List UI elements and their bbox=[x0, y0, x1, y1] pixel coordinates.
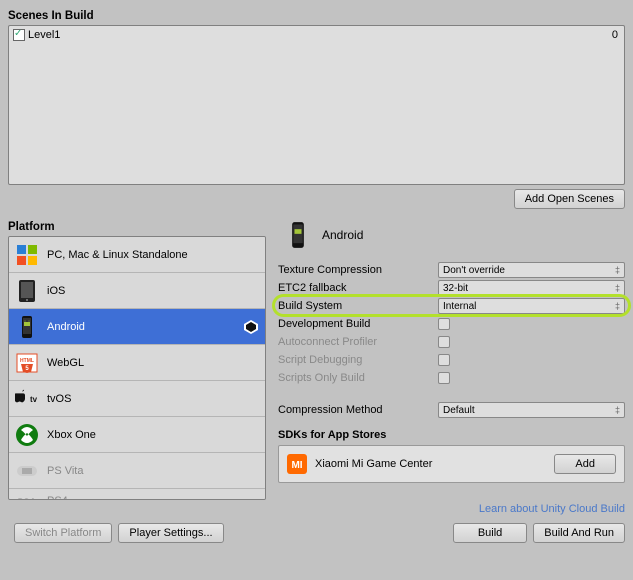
platform-label: Xbox One bbox=[47, 429, 96, 441]
webgl-icon: HTML5 bbox=[15, 351, 39, 375]
scenes-title: Scenes In Build bbox=[8, 10, 625, 22]
scene-index: 0 bbox=[612, 29, 618, 41]
scenes-list[interactable]: Level1 0 bbox=[8, 25, 625, 185]
xiaomi-icon: MI bbox=[287, 454, 307, 474]
etc2-fallback-row: ETC2 fallback 32-bit bbox=[278, 279, 625, 297]
platform-label: tvOS bbox=[47, 393, 71, 405]
cloud-build-link[interactable]: Learn about Unity Cloud Build bbox=[278, 503, 625, 515]
platform-label: Android bbox=[47, 321, 85, 333]
scene-name: Level1 bbox=[28, 29, 60, 41]
ps4-icon: PS4 bbox=[15, 492, 39, 500]
platform-title: Platform bbox=[8, 221, 266, 233]
scene-checkbox[interactable] bbox=[13, 29, 25, 41]
build-settings-panel: Scenes In Build Level1 0 Add Open Scenes… bbox=[0, 0, 633, 549]
autoconnect-profiler-checkbox bbox=[438, 336, 450, 348]
tvos-icon: tv bbox=[15, 387, 39, 411]
platform-label: PS Vita bbox=[47, 465, 84, 477]
platform-label: PS4 bbox=[47, 495, 68, 500]
platform-item-webgl[interactable]: HTML5 WebGL bbox=[9, 345, 265, 381]
player-settings-button[interactable]: Player Settings... bbox=[118, 523, 223, 543]
script-debugging-row: Script Debugging bbox=[278, 351, 625, 369]
platform-item-psvita[interactable]: PS Vita bbox=[9, 453, 265, 489]
development-build-checkbox[interactable] bbox=[438, 318, 450, 330]
development-build-row: Development Build bbox=[278, 315, 625, 333]
platform-item-tvos[interactable]: tv tvOS bbox=[9, 381, 265, 417]
svg-text:tv: tv bbox=[30, 395, 38, 404]
scripts-only-build-row: Scripts Only Build bbox=[278, 369, 625, 387]
sdk-xiaomi-label: Xiaomi Mi Game Center bbox=[315, 458, 432, 470]
platform-list[interactable]: PC, Mac & Linux Standalone iOS Android bbox=[8, 236, 266, 500]
android-icon bbox=[284, 221, 312, 249]
platform-header: Android bbox=[284, 221, 625, 249]
platform-item-ios[interactable]: iOS bbox=[9, 273, 265, 309]
sdk-add-button[interactable]: Add bbox=[554, 454, 616, 474]
etc2-fallback-dropdown[interactable]: 32-bit bbox=[438, 280, 625, 296]
platform-item-standalone[interactable]: PC, Mac & Linux Standalone bbox=[9, 237, 265, 273]
xbox-icon bbox=[15, 423, 39, 447]
compression-method-dropdown[interactable]: Default bbox=[438, 402, 625, 418]
add-open-scenes-button[interactable]: Add Open Scenes bbox=[514, 189, 625, 209]
build-button[interactable]: Build bbox=[453, 523, 527, 543]
scripts-only-build-checkbox bbox=[438, 372, 450, 384]
ios-icon bbox=[15, 279, 39, 303]
psvita-icon bbox=[15, 459, 39, 483]
sdk-xiaomi-row: MI Xiaomi Mi Game Center Add bbox=[278, 445, 625, 483]
compression-method-row: Compression Method Default bbox=[278, 401, 625, 419]
platform-item-xboxone[interactable]: Xbox One bbox=[9, 417, 265, 453]
build-and-run-button[interactable]: Build And Run bbox=[533, 523, 625, 543]
platform-header-title: Android bbox=[322, 228, 363, 242]
texture-compression-row: Texture Compression Don't override bbox=[278, 261, 625, 279]
platform-item-ps4[interactable]: PS4 PS4 bbox=[9, 489, 265, 500]
svg-text:PS4: PS4 bbox=[17, 497, 34, 500]
platform-label: PC, Mac & Linux Standalone bbox=[47, 249, 188, 261]
standalone-icon bbox=[15, 243, 39, 267]
platform-label: WebGL bbox=[47, 357, 84, 369]
build-system-row: Build System Internal bbox=[278, 297, 625, 315]
svg-text:HTML: HTML bbox=[20, 358, 34, 364]
switch-platform-button: Switch Platform bbox=[14, 523, 112, 543]
android-icon bbox=[15, 315, 39, 339]
platform-item-android[interactable]: Android bbox=[9, 309, 265, 345]
texture-compression-dropdown[interactable]: Don't override bbox=[438, 262, 625, 278]
build-system-dropdown[interactable]: Internal bbox=[438, 298, 625, 314]
scene-row[interactable]: Level1 0 bbox=[13, 28, 620, 42]
svg-text:MI: MI bbox=[291, 460, 302, 471]
platform-label: iOS bbox=[47, 285, 65, 297]
bottom-bar: Switch Platform Player Settings... Build… bbox=[8, 523, 625, 543]
script-debugging-checkbox bbox=[438, 354, 450, 366]
sdks-title: SDKs for App Stores bbox=[278, 429, 625, 441]
autoconnect-profiler-row: Autoconnect Profiler bbox=[278, 333, 625, 351]
unity-icon bbox=[243, 319, 259, 335]
